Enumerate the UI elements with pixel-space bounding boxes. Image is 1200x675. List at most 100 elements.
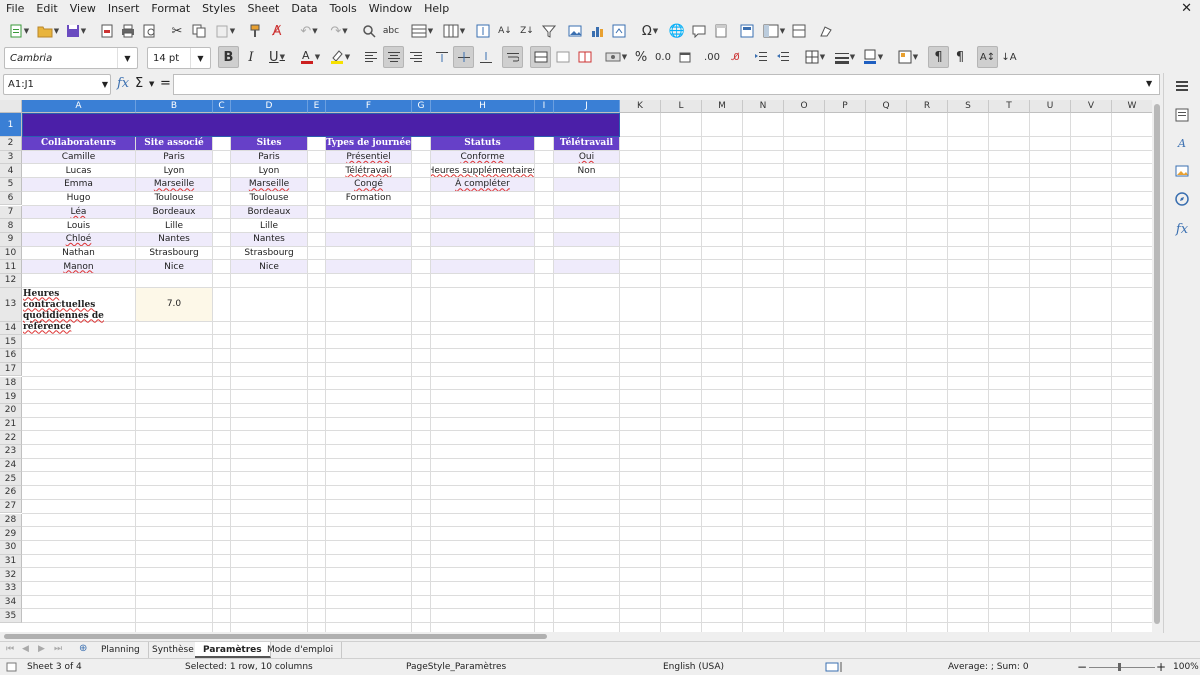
table-cell-collaborateurs[interactable]: Louis — [22, 219, 135, 232]
column-header-m[interactable]: M — [702, 100, 743, 113]
row-header-20[interactable]: 20 — [0, 403, 22, 418]
show-draw-functions-button[interactable] — [817, 20, 835, 42]
table-cell-collaborateurs[interactable]: Léa — [22, 205, 135, 219]
find-replace-button[interactable] — [360, 20, 378, 42]
table-cell-site-associe[interactable]: Bordeaux — [136, 205, 212, 219]
column-header-f[interactable]: F — [326, 100, 412, 113]
table-header-teletravail[interactable]: Télétravail — [554, 137, 619, 150]
first-sheet-icon[interactable]: ⏮ — [6, 644, 14, 654]
document-modified-icon[interactable] — [6, 662, 17, 675]
align-left-button[interactable] — [362, 46, 380, 68]
menu-view[interactable]: View — [64, 0, 102, 17]
functions-icon[interactable]: fx — [1173, 220, 1191, 238]
next-sheet-icon[interactable]: ▶ — [38, 644, 45, 654]
table-cell-sites[interactable]: Lyon — [231, 164, 307, 177]
table-cell-sites[interactable]: Strasbourg — [231, 247, 307, 260]
column-header-b[interactable]: B — [136, 100, 213, 113]
menu-styles[interactable]: Styles — [196, 0, 241, 17]
table-header-site-associe[interactable]: Site associé — [136, 137, 212, 150]
table-cell-collaborateurs[interactable]: Hugo — [22, 192, 135, 205]
table-cell-types-journee[interactable] — [326, 219, 411, 232]
column-header-s[interactable]: S — [948, 100, 989, 113]
table-cell-teletravail[interactable]: Oui — [554, 150, 619, 164]
column-header-r[interactable]: R — [907, 100, 948, 113]
highlight-color-button[interactable]: ▼ — [326, 46, 354, 68]
row-header-18[interactable]: 18 — [0, 376, 22, 391]
decrease-indent-button[interactable] — [774, 46, 792, 68]
row-header-29[interactable]: 29 — [0, 527, 22, 541]
merge-center-button[interactable] — [530, 46, 551, 68]
row-header-24[interactable]: 24 — [0, 458, 22, 473]
spreadsheet-grid[interactable]: ABCDEFGHIJKLMNOPQRSTUVW 1 2 3 4 5 6 7 8 9 10 11 12 1… — [0, 100, 1152, 632]
row-header-28[interactable]: 28 — [0, 513, 22, 528]
table-cell-sites[interactable]: Lille — [231, 219, 307, 232]
row-header-21[interactable]: 21 — [0, 417, 22, 432]
row-header-27[interactable]: 27 — [0, 499, 22, 514]
table-cell-types-journee[interactable] — [326, 232, 411, 246]
reference-hours-value[interactable]: 7.0 — [136, 287, 212, 321]
table-cell-site-associe[interactable]: Toulouse — [136, 192, 212, 205]
conditional-format-button[interactable]: ▼ — [894, 46, 922, 68]
row-header-33[interactable]: 33 — [0, 582, 22, 596]
text-direction-rtl-button[interactable]: ¶ — [951, 46, 969, 68]
row-button[interactable]: ▼ — [408, 20, 436, 42]
split-window-button[interactable] — [790, 20, 808, 42]
row-header-4[interactable]: 4 — [0, 164, 22, 179]
menu-file[interactable]: File — [0, 0, 30, 17]
table-cell-collaborateurs[interactable]: Nathan — [22, 247, 135, 260]
table-header-statuts[interactable]: Statuts — [431, 137, 534, 150]
font-size-combo[interactable]: 14 pt ▼ — [147, 47, 211, 69]
align-right-button[interactable] — [407, 46, 425, 68]
column-header-k[interactable]: K — [620, 100, 661, 113]
column-header-n[interactable]: N — [743, 100, 784, 113]
row-header-12[interactable]: 12 — [0, 274, 22, 288]
column-header-u[interactable]: U — [1030, 100, 1071, 113]
row-header-13[interactable]: 13 — [0, 287, 22, 322]
redo-button[interactable]: ↷ ▼ — [326, 20, 352, 42]
gallery-icon[interactable] — [1173, 162, 1191, 180]
delete-decimal-button[interactable]: .0̸ — [725, 46, 745, 68]
table-cell-teletravail[interactable] — [554, 178, 619, 191]
table-cell-statuts[interactable]: Conforme — [431, 150, 534, 164]
name-box[interactable]: A1:J1 ▼ — [3, 74, 111, 95]
header-footer-button[interactable] — [712, 20, 730, 42]
formula-input[interactable] — [173, 74, 1160, 95]
language[interactable]: English (USA) — [663, 662, 724, 672]
insert-image-button[interactable] — [566, 20, 584, 42]
expand-formula-bar-icon[interactable]: ▼ — [1146, 79, 1152, 88]
zoom-out-icon[interactable]: − — [1077, 660, 1087, 674]
table-cell-teletravail[interactable] — [554, 205, 619, 219]
table-cell-statuts[interactable] — [431, 232, 534, 246]
table-cell-teletravail[interactable] — [554, 192, 619, 205]
column-header-e[interactable]: E — [308, 100, 326, 113]
center-vertically-button[interactable] — [453, 46, 474, 68]
table-cell-teletravail[interactable] — [554, 219, 619, 232]
font-name-combo[interactable]: Cambria ▼ — [4, 47, 138, 69]
table-cell-collaborateurs[interactable]: Manon — [22, 260, 135, 273]
column-header-h[interactable]: H — [431, 100, 535, 113]
table-cell-types-journee[interactable]: Congé — [326, 178, 411, 191]
row-header-11[interactable]: 11 — [0, 260, 22, 274]
reference-hours-label[interactable]: Heures contractuelles quotidiennes de ré… — [23, 289, 133, 332]
table-header-types-journee[interactable]: Types de journée — [326, 137, 411, 150]
column-header-d[interactable]: D — [231, 100, 308, 113]
increase-indent-button[interactable] — [752, 46, 770, 68]
row-header-14[interactable]: 14 — [0, 321, 22, 336]
row-header-6[interactable]: 6 — [0, 191, 22, 206]
table-cell-sites[interactable]: Toulouse — [231, 192, 307, 205]
export-pdf-button[interactable] — [98, 20, 116, 42]
menu-edit[interactable]: Edit — [30, 0, 63, 17]
chevron-down-icon[interactable]: ▼ — [190, 48, 210, 68]
align-center-button[interactable] — [383, 46, 404, 68]
undo-button[interactable]: ↶ ▼ — [296, 20, 322, 42]
table-cell-site-associe[interactable]: Strasbourg — [136, 247, 212, 260]
column-header-i[interactable]: I — [535, 100, 554, 113]
text-direction-ltr-button[interactable]: ¶ — [928, 46, 949, 68]
column-header-v[interactable]: V — [1071, 100, 1112, 113]
row-header-2[interactable]: 2 — [0, 137, 22, 151]
date-format-button[interactable] — [676, 46, 694, 68]
row-header-34[interactable]: 34 — [0, 595, 22, 610]
column-header-l[interactable]: L — [661, 100, 702, 113]
table-cell-site-associe[interactable]: Nantes — [136, 232, 212, 246]
row-header-22[interactable]: 22 — [0, 431, 22, 445]
